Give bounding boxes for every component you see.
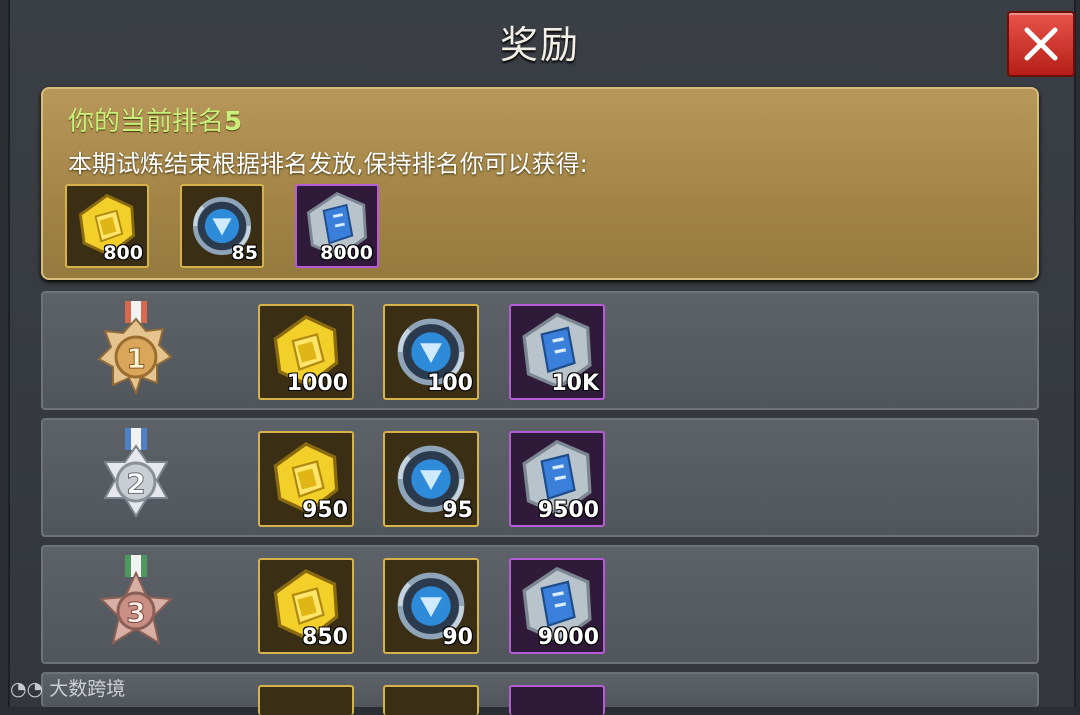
medal-number: 3 bbox=[126, 596, 145, 629]
watermark: ◔◔ 大数跨境 bbox=[10, 674, 125, 701]
rank-row-2: 2 950 95 9500 bbox=[41, 418, 1039, 537]
reward-item-scroll[interactable]: 9000 bbox=[509, 558, 605, 654]
close-button[interactable] bbox=[1007, 11, 1075, 77]
reward-item-gold[interactable]: 850 bbox=[258, 558, 354, 654]
current-rank-label: 你的当前排名5 bbox=[68, 107, 243, 137]
reward-item-crystal[interactable]: 85 bbox=[180, 184, 264, 268]
page-title: 奖励 bbox=[499, 23, 580, 67]
reward-item-crystal[interactable]: 100 bbox=[383, 304, 479, 400]
reward-item-gold[interactable]: 1000 bbox=[258, 304, 354, 400]
reward-amount: 850 bbox=[302, 625, 348, 650]
close-icon bbox=[1024, 27, 1058, 61]
current-rank-value: 5 bbox=[224, 107, 243, 137]
reward-amount: 10K bbox=[551, 371, 599, 396]
reward-item-scroll[interactable] bbox=[509, 685, 605, 715]
reward-item-scroll[interactable]: 8000 bbox=[295, 184, 379, 268]
watermark-text: 大数跨境 bbox=[49, 678, 126, 700]
rank-row-1: 1 1000 100 10K bbox=[41, 291, 1039, 410]
reward-item-scroll[interactable]: 10K bbox=[509, 304, 605, 400]
reward-amount: 100 bbox=[427, 371, 473, 396]
silver-medal-icon: 2 bbox=[103, 428, 169, 518]
medal-number: 1 bbox=[126, 342, 145, 375]
rank-description: 本期试炼结束根据排名发放,保持排名你可以获得: bbox=[68, 150, 588, 178]
rank-row-3: 3 850 90 9000 bbox=[41, 545, 1039, 664]
current-rank-box: 你的当前排名5 本期试炼结束根据排名发放,保持排名你可以获得: 800 85 8… bbox=[41, 87, 1039, 280]
watermark-logo-icon: ◔◔ bbox=[10, 678, 44, 700]
medal-number: 2 bbox=[126, 467, 145, 500]
reward-amount: 85 bbox=[231, 242, 258, 264]
reward-amount: 950 bbox=[302, 498, 348, 523]
reward-item-crystal[interactable]: 95 bbox=[383, 431, 479, 527]
reward-amount: 9000 bbox=[537, 625, 599, 650]
reward-item-crystal[interactable] bbox=[383, 685, 479, 715]
reward-amount: 90 bbox=[442, 625, 473, 650]
reward-amount: 9500 bbox=[537, 498, 599, 523]
reward-item-gold[interactable]: 800 bbox=[65, 184, 149, 268]
reward-amount: 800 bbox=[103, 242, 143, 264]
gold-medal-icon: 1 bbox=[97, 301, 173, 396]
reward-amount: 95 bbox=[442, 498, 473, 523]
reward-item-gold[interactable] bbox=[258, 685, 354, 715]
rank-row-4 bbox=[41, 672, 1039, 715]
bronze-medal-icon: 3 bbox=[98, 555, 174, 646]
reward-amount: 8000 bbox=[320, 242, 373, 264]
reward-item-crystal[interactable]: 90 bbox=[383, 558, 479, 654]
reward-amount: 1000 bbox=[286, 371, 348, 396]
reward-item-gold[interactable]: 950 bbox=[258, 431, 354, 527]
reward-item-scroll[interactable]: 9500 bbox=[509, 431, 605, 527]
